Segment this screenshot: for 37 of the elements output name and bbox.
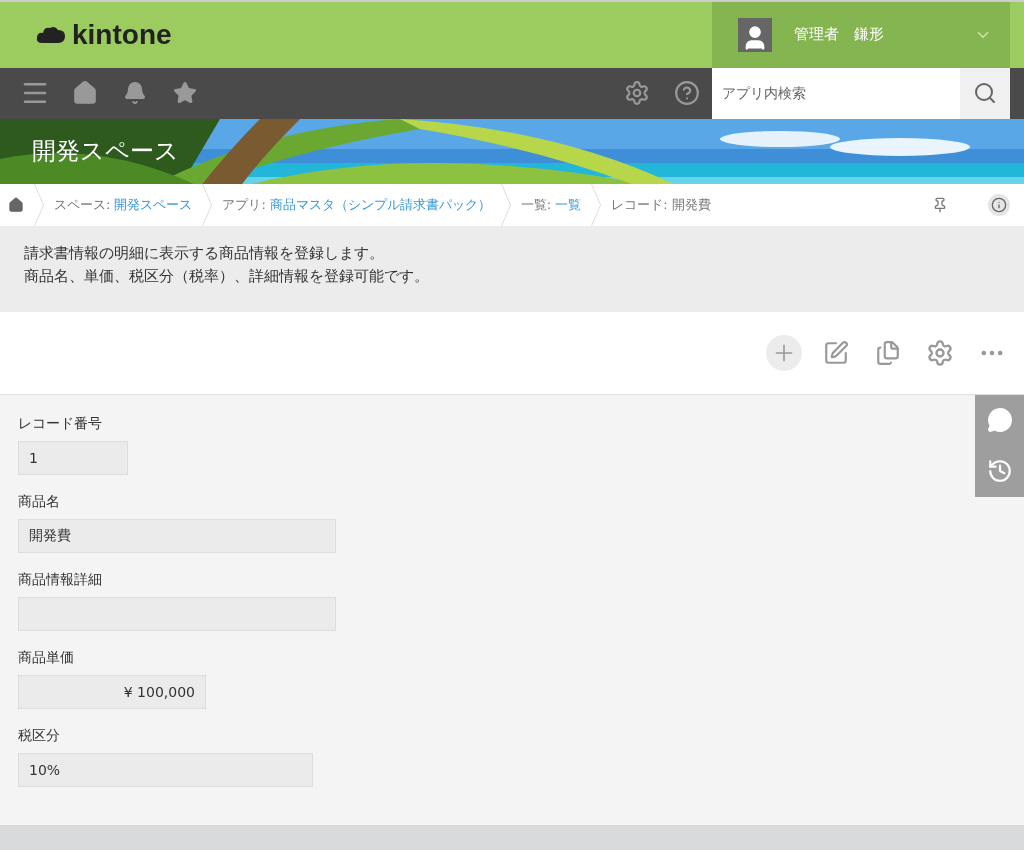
comment-icon[interactable]	[986, 407, 1013, 434]
user-name[interactable]: 管理者 鎌形	[794, 25, 952, 45]
breadcrumb-label: アプリ:	[222, 196, 266, 214]
cloud-icon	[36, 24, 66, 45]
chevron-right-icon	[34, 184, 44, 226]
field-value: ¥ 100,000	[18, 674, 206, 709]
field-value: 10%	[18, 752, 313, 787]
description-text: 請求書情報の明細に表示する商品情報を登録します。	[24, 244, 385, 263]
info-icon[interactable]	[988, 194, 1010, 216]
field-value: 開発費	[18, 518, 336, 553]
field-label: 商品名	[18, 492, 61, 511]
search-icon	[973, 81, 997, 105]
field-label: 商品情報詳細	[18, 570, 103, 589]
breadcrumb-label: 一覧:	[520, 196, 552, 214]
chevron-right-icon	[202, 184, 213, 226]
search-button[interactable]	[960, 67, 1010, 119]
add-button[interactable]	[766, 335, 802, 372]
search-field[interactable]: アプリ内検索	[712, 67, 960, 119]
breadcrumb-link[interactable]: 一覧	[555, 196, 582, 214]
field-label: 税区分	[18, 726, 61, 745]
history-icon[interactable]	[986, 458, 1013, 485]
avatar-icon	[738, 17, 772, 52]
home-icon[interactable]	[8, 197, 24, 213]
chevron-right-icon	[591, 184, 602, 226]
breadcrumb-link[interactable]: 開発スペース	[114, 196, 193, 214]
field-label: 商品単価	[18, 648, 75, 667]
breadcrumb-label: スペース:	[54, 196, 111, 214]
logo-text: kintone	[72, 18, 172, 51]
chevron-right-icon	[500, 184, 511, 226]
breadcrumb-label: レコード:	[611, 196, 668, 214]
field-value: 1	[18, 440, 128, 475]
breadcrumb-current: 開発費	[671, 196, 711, 214]
field-label: レコード番号	[18, 414, 103, 433]
pin-icon[interactable]	[932, 197, 948, 213]
breadcrumb-link[interactable]: 商品マスタ（シンプル請求書パック）	[269, 196, 491, 214]
description-text: 商品名、単価、税区分（税率）、詳細情報を登録可能です。	[24, 267, 430, 286]
space-title: 開発スペース	[32, 135, 179, 167]
